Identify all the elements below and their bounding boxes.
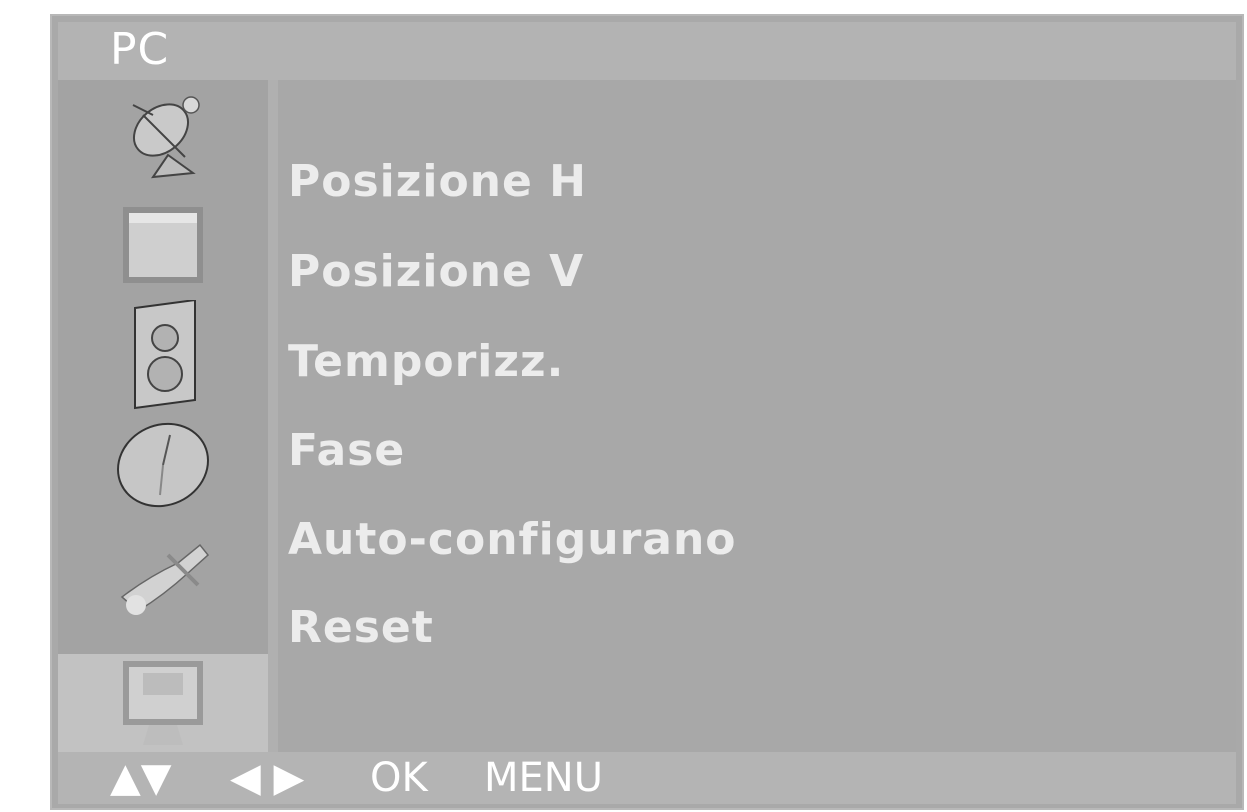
footer-hint-bar: ▲▼ ◀ ▶ OK MENU — [58, 752, 1236, 804]
ok-hint: OK — [370, 755, 428, 801]
menu-panel: Posizione H Posizione V Temporizz. Fase … — [278, 80, 1236, 752]
menu-item-fase[interactable]: Fase — [288, 421, 405, 481]
menu-item-temporizz[interactable]: Temporizz. — [288, 332, 564, 392]
speaker-icon — [113, 300, 213, 410]
menu-item-posizione-h[interactable]: Posizione H — [288, 152, 587, 212]
menu-title: PC — [110, 24, 170, 75]
satellite-dish-icon — [113, 85, 213, 185]
tools-icon — [108, 525, 218, 625]
sidebar-item-picture[interactable] — [58, 190, 268, 300]
menu-item-auto-config[interactable]: Auto-configurano — [288, 510, 737, 570]
menu-item-reset[interactable]: Reset — [288, 598, 434, 658]
title-bar: PC — [58, 22, 1236, 80]
menu-item-posizione-v[interactable]: Posizione V — [288, 242, 584, 302]
sidebar-item-pc[interactable] — [58, 654, 268, 752]
picture-icon — [113, 195, 213, 295]
menu-hint: MENU — [484, 755, 603, 801]
sidebar-item-audio[interactable] — [58, 300, 268, 410]
sidebar-item-option[interactable] — [58, 520, 268, 630]
sidebar — [58, 80, 268, 752]
left-right-arrows-icon: ◀ ▶ — [230, 755, 305, 801]
sidebar-divider — [268, 80, 278, 752]
pc-monitor-icon — [113, 655, 213, 751]
sidebar-item-time[interactable] — [58, 410, 268, 520]
clock-icon — [108, 415, 218, 515]
up-down-arrows-icon: ▲▼ — [110, 755, 172, 801]
osd-menu: PC Posizione H Posizione V Temporizz. Fa… — [50, 14, 1244, 810]
sidebar-item-station[interactable] — [58, 80, 268, 190]
